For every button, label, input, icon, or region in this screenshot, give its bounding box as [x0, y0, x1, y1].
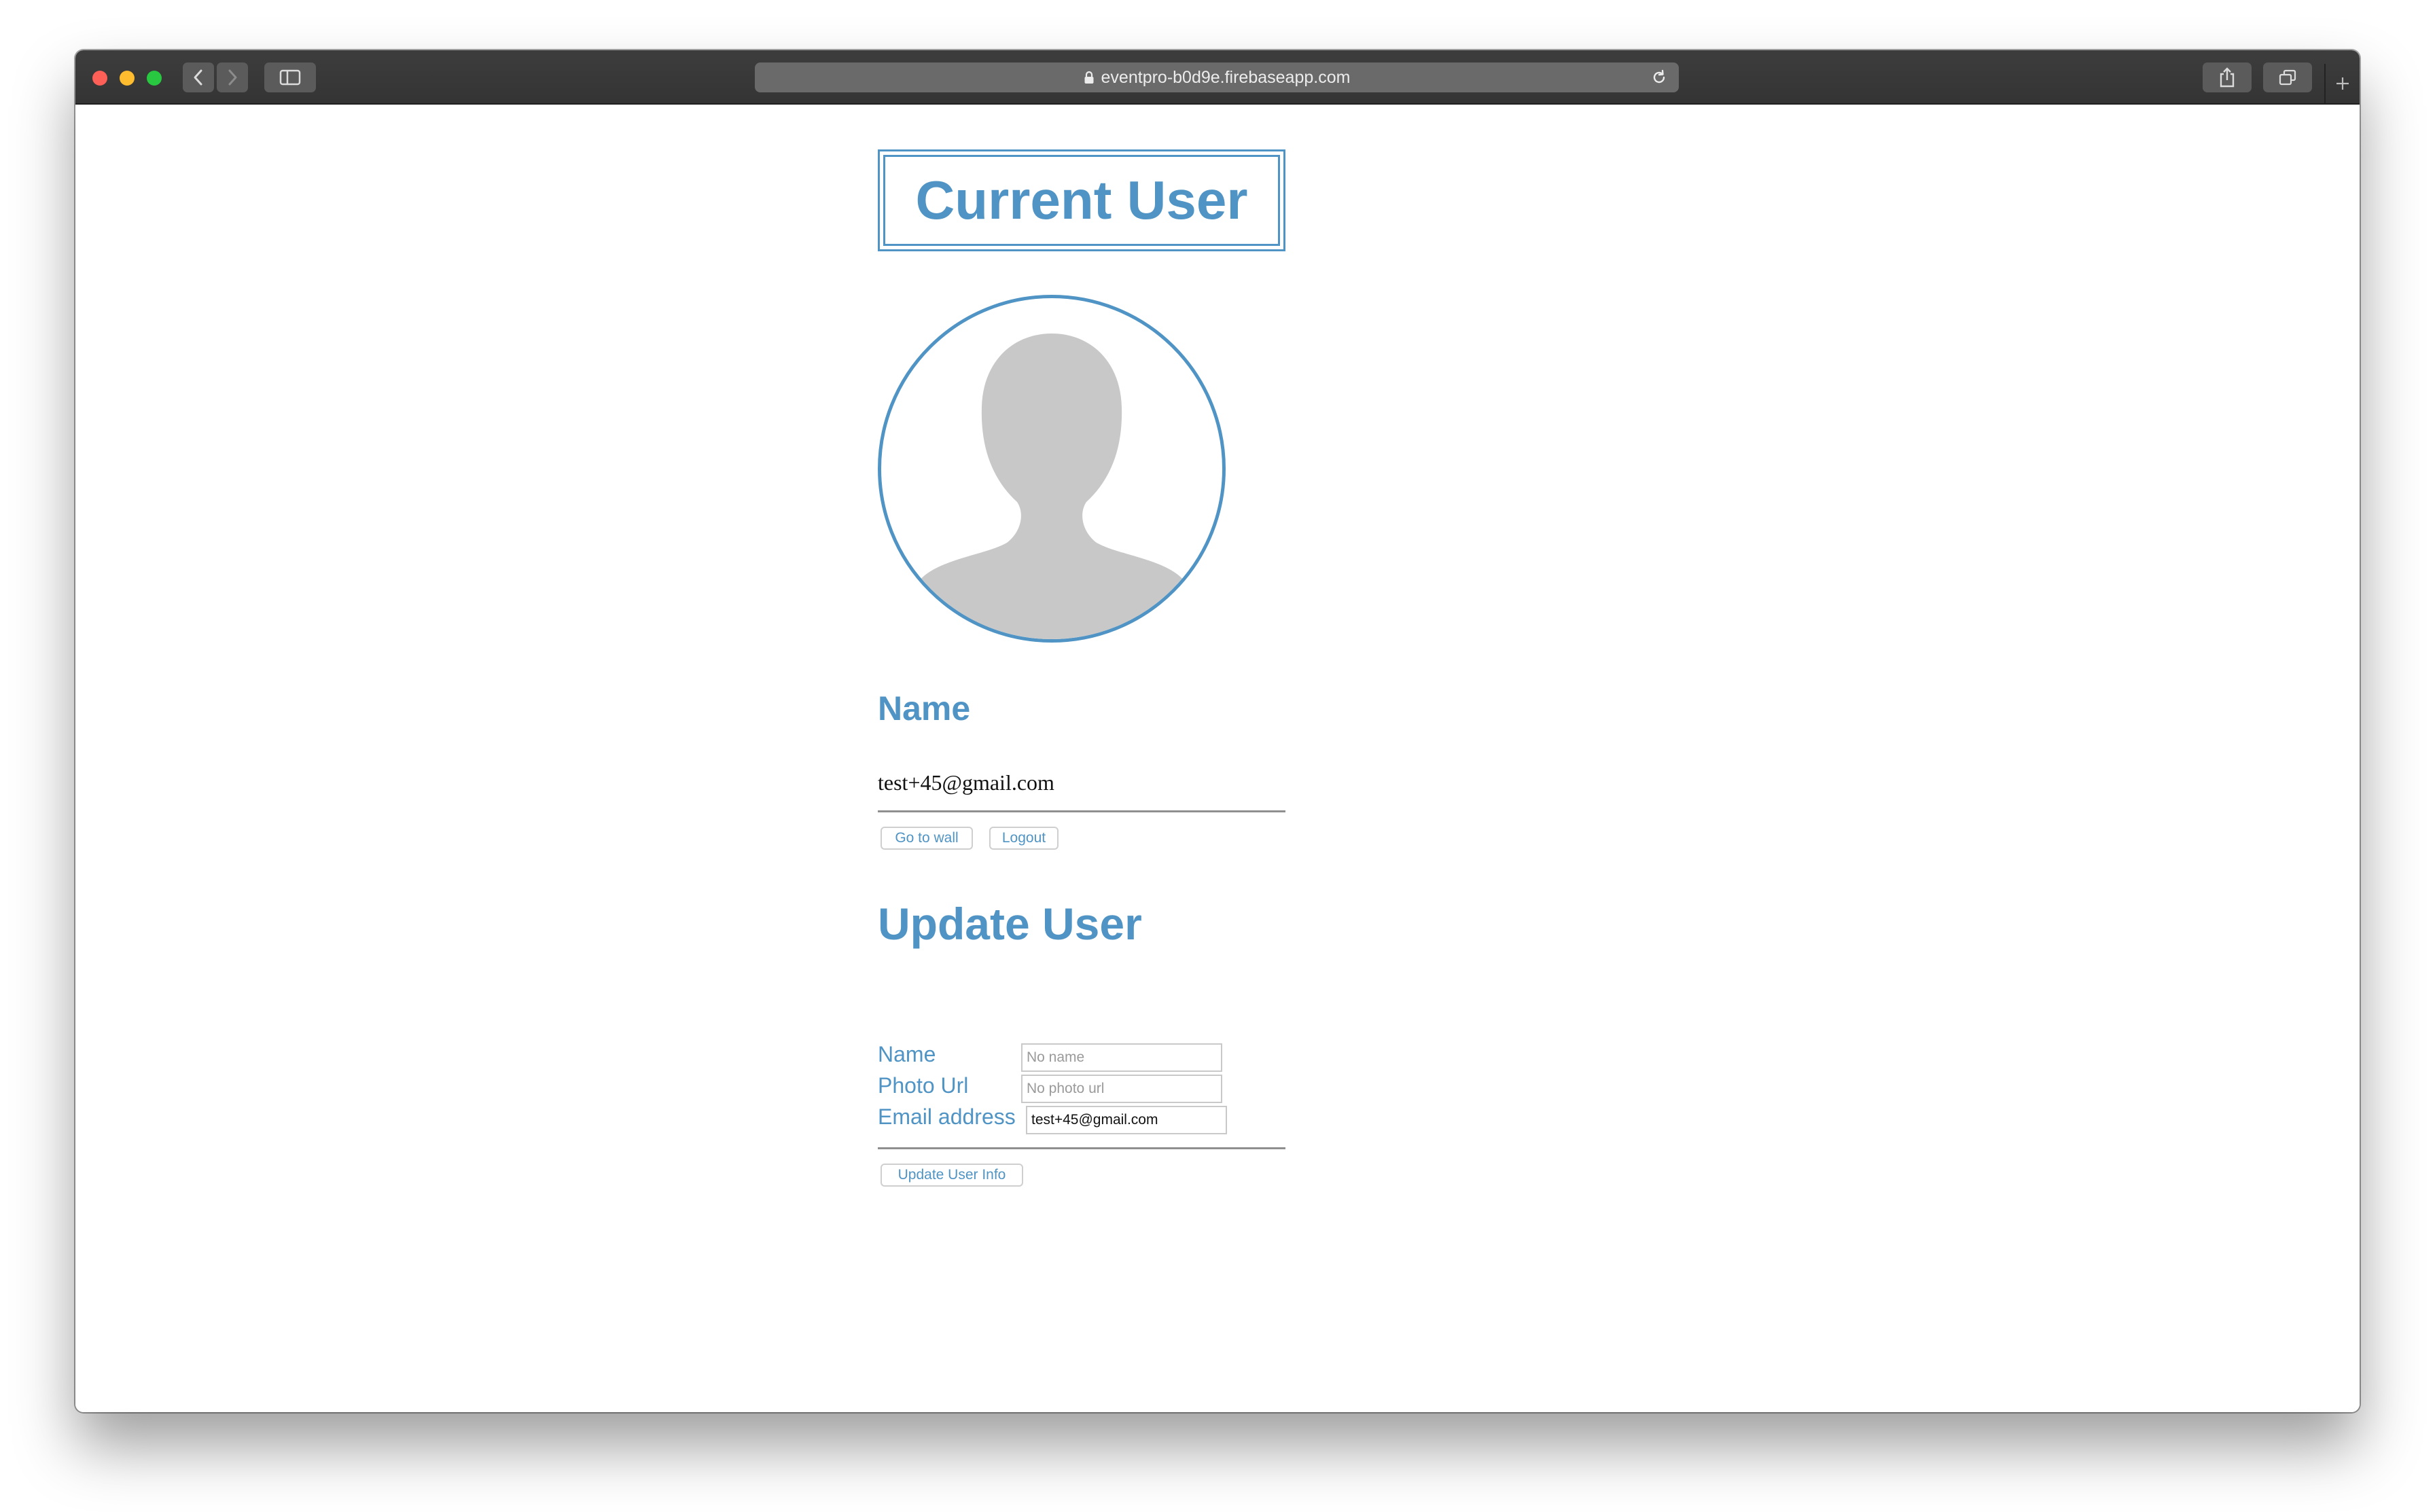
- name-label: Name: [878, 1042, 936, 1066]
- tabs-icon: [2279, 69, 2296, 86]
- forward-button[interactable]: [217, 62, 248, 92]
- share-button[interactable]: [2203, 62, 2252, 92]
- share-icon: [2220, 67, 2235, 88]
- divider: [878, 810, 1285, 812]
- photo-url-label: Photo Url: [878, 1073, 969, 1098]
- lock-icon: [1084, 71, 1095, 84]
- update-user-info-button[interactable]: Update User Info: [881, 1164, 1023, 1187]
- logout-button[interactable]: Logout: [989, 827, 1059, 850]
- sidebar-button[interactable]: [264, 62, 316, 92]
- minimize-window-button[interactable]: [120, 71, 135, 86]
- browser-window: eventpro-b0d9e.firebaseapp.com Current U…: [75, 50, 2360, 1412]
- chevron-right-icon: [228, 69, 237, 86]
- photo-url-input[interactable]: [1021, 1075, 1222, 1103]
- page-content: Current User Name test+45@gmail.com Go t…: [75, 105, 2360, 1412]
- close-window-button[interactable]: [92, 71, 107, 86]
- page-title: Current User: [883, 155, 1280, 246]
- current-email: test+45@gmail.com: [878, 770, 1054, 795]
- plus-icon: [2336, 77, 2349, 90]
- update-user-heading: Update User: [878, 899, 1142, 949]
- name-input[interactable]: [1021, 1043, 1222, 1072]
- new-tab-button[interactable]: [2324, 64, 2360, 103]
- page-title-box: Current User: [878, 149, 1285, 251]
- back-button[interactable]: [183, 62, 214, 92]
- url-text: eventpro-b0d9e.firebaseapp.com: [1101, 67, 1351, 87]
- go-to-wall-button[interactable]: Go to wall: [881, 827, 973, 850]
- divider: [878, 1147, 1285, 1149]
- email-input[interactable]: [1026, 1106, 1227, 1134]
- name-heading: Name: [878, 689, 971, 727]
- zoom-window-button[interactable]: [147, 71, 162, 86]
- show-tabs-button[interactable]: [2263, 62, 2312, 92]
- address-bar[interactable]: eventpro-b0d9e.firebaseapp.com: [755, 62, 1679, 92]
- default-avatar-icon: [878, 295, 1226, 643]
- reload-icon[interactable]: [1650, 69, 1668, 91]
- chevron-left-icon: [194, 69, 202, 86]
- email-address-label: Email address: [878, 1104, 1016, 1129]
- sidebar-icon: [279, 69, 301, 86]
- browser-toolbar: eventpro-b0d9e.firebaseapp.com: [75, 50, 2360, 105]
